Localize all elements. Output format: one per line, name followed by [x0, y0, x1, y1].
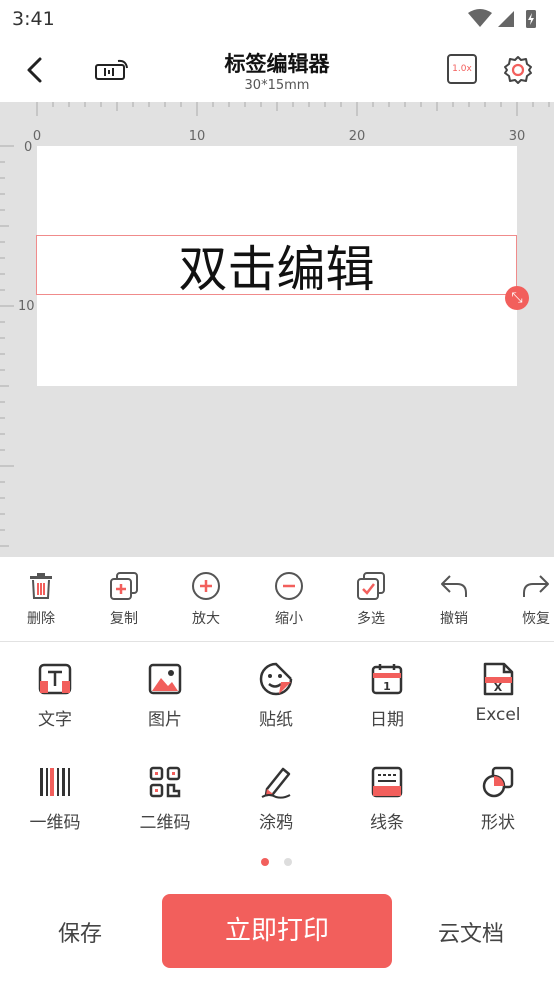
element-label: 文字	[38, 710, 72, 730]
element-excel[interactable]: X Excel	[443, 662, 553, 725]
svg-text:X: X	[494, 681, 503, 694]
page-indicator	[261, 858, 301, 868]
zoom-out-icon	[275, 572, 303, 600]
image-icon	[148, 663, 182, 695]
ruler-h-label: 20	[349, 129, 366, 144]
excel-icon: X	[483, 662, 514, 696]
ruler-v-label: 0	[24, 140, 32, 155]
signal-icon	[498, 11, 514, 27]
tool-label: 删除	[27, 611, 55, 627]
app-header: 标签编辑器 30*15mm 1.0x	[0, 38, 554, 102]
tool-label: 多选	[357, 611, 385, 627]
barcode-icon	[40, 768, 70, 796]
element-doodle[interactable]: 涂鸦	[221, 765, 331, 833]
text-element[interactable]: 双击编辑	[36, 235, 517, 298]
cloud-docs-button[interactable]: 云文档	[438, 916, 504, 948]
page-dot[interactable]	[284, 858, 292, 866]
zoom-ratio-label: 1.0x	[452, 64, 472, 74]
delete-button[interactable]: 删除	[6, 571, 76, 628]
zoom-out-button[interactable]: 缩小	[254, 571, 324, 628]
copy-icon	[110, 572, 138, 600]
sticker-icon	[259, 662, 293, 696]
tool-label: 缩小	[275, 611, 303, 627]
undo-button[interactable]: 撤销	[419, 571, 489, 628]
shape-icon	[482, 766, 514, 798]
bottom-bar: 保存 立即打印 云文档	[0, 890, 554, 984]
element-text[interactable]: 文字	[0, 662, 110, 730]
svg-text:1: 1	[383, 680, 391, 693]
page-dot-active[interactable]	[261, 858, 269, 866]
element-shape[interactable]: 形状	[443, 765, 553, 833]
zoom-in-button[interactable]: 放大	[171, 571, 241, 628]
element-date[interactable]: 1 日期	[332, 662, 442, 730]
element-line[interactable]: 线条	[332, 765, 442, 833]
status-bar: 3:41	[0, 0, 554, 38]
copy-button[interactable]: 复制	[89, 571, 159, 628]
print-now-button[interactable]: 立即打印	[162, 894, 392, 968]
multi-select-button[interactable]: 多选	[336, 571, 406, 628]
element-label: Excel	[475, 705, 521, 725]
element-label: 形状	[481, 813, 515, 833]
zoom-ratio-button[interactable]: 1.0x	[447, 54, 477, 84]
calendar-icon: 1	[371, 664, 403, 695]
tool-label: 恢复	[522, 611, 550, 627]
settings-gear-icon[interactable]	[503, 55, 533, 85]
label-workspace[interactable]: 0 10 20 30 0 10 双击编辑 ⤡	[0, 102, 554, 557]
status-time: 3:41	[12, 8, 55, 30]
element-label: 线条	[370, 813, 404, 833]
save-button[interactable]: 保存	[58, 916, 102, 948]
trash-icon	[30, 573, 52, 599]
element-label: 日期	[370, 710, 404, 730]
redo-button[interactable]: 恢复	[501, 571, 554, 628]
ruler-h-label: 30	[509, 129, 526, 144]
element-label: 二维码	[139, 813, 191, 833]
qrcode-icon	[149, 766, 181, 798]
wifi-icon	[468, 9, 492, 27]
pen-icon	[261, 767, 291, 799]
zoom-in-icon	[192, 572, 220, 600]
redo-icon	[523, 575, 549, 597]
multi-select-icon	[357, 572, 385, 600]
element-label: 涂鸦	[259, 813, 293, 833]
status-icons	[468, 9, 536, 28]
edit-toolbar: 删除 复制 放大 缩小 多选 撤销 恢复	[0, 557, 554, 642]
resize-handle-icon[interactable]: ⤡	[505, 286, 529, 310]
ruler-h-label: 10	[189, 129, 206, 144]
element-barcode[interactable]: 一维码	[0, 765, 110, 833]
text-icon	[38, 663, 72, 695]
element-sticker[interactable]: 贴纸	[221, 662, 331, 730]
element-grid: 文字 图片 贴纸 1 日期 X Excel 一维码 二维码 涂鸦 线条 形状	[0, 642, 554, 852]
tool-label: 复制	[110, 611, 138, 627]
element-label: 一维码	[29, 813, 81, 833]
horizontal-ruler: 0 10 20 30	[33, 102, 550, 144]
ruler-v-label: 10	[18, 299, 35, 314]
line-icon	[371, 766, 403, 798]
element-image[interactable]: 图片	[110, 662, 220, 730]
element-label: 图片	[148, 710, 182, 730]
vertical-ruler: 0 10	[0, 140, 35, 547]
tool-label: 放大	[192, 611, 220, 627]
undo-icon	[441, 575, 467, 597]
element-label: 贴纸	[259, 710, 293, 730]
tool-label: 撤销	[440, 611, 468, 627]
element-qrcode[interactable]: 二维码	[110, 765, 220, 833]
